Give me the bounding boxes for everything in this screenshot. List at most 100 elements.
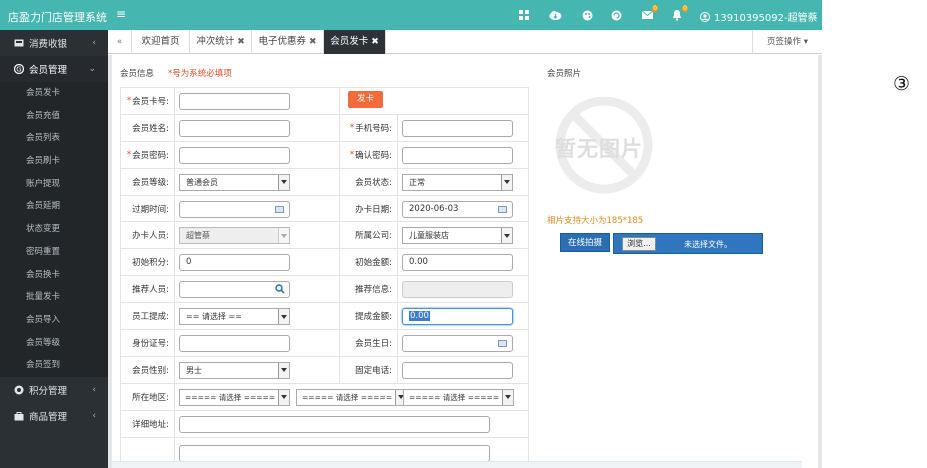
company-select[interactable]: 儿童服装店 [402, 227, 513, 245]
gender-select[interactable]: 男士 [179, 361, 290, 379]
sidebar-group-member[interactable]: G 会员管理 ⌄ [0, 56, 108, 82]
tab-operations-dropdown[interactable]: 页签操作 ▾ [752, 30, 822, 54]
sidebar-group-points[interactable]: 积分管理 ‹ [0, 377, 108, 403]
sidebar-group-label: 商品管理 [29, 411, 68, 423]
calendar-icon[interactable] [498, 340, 507, 348]
password-input[interactable] [179, 146, 290, 164]
initial-points-input[interactable]: 0 [179, 254, 290, 272]
field-cell: 发卡 [175, 88, 383, 114]
dropdown-arrow-icon [278, 174, 289, 190]
sidebar-group-cashier[interactable]: 消费收银 ‹ [0, 30, 108, 56]
palette-icon[interactable] [580, 8, 594, 22]
form-row: 员工提成: == 请选择 == 提成金额: 0.00 [121, 303, 529, 331]
birthday-input[interactable] [402, 335, 513, 353]
telephone-input[interactable] [402, 361, 513, 379]
page: { "app": {"title": "店盈力门店管理系统", "menu_to… [0, 0, 927, 468]
close-icon[interactable]: ✖ [237, 37, 245, 47]
sidebar-item-member-5[interactable]: 会员延期 [0, 195, 108, 218]
refresh-icon[interactable] [609, 8, 623, 22]
form-row: 详细地址: [121, 410, 529, 438]
field-label: 过期时间: [121, 195, 175, 222]
member-status-select[interactable]: 正常 [402, 173, 513, 191]
referrer-input[interactable] [179, 281, 290, 299]
card-number-input[interactable] [179, 93, 290, 110]
close-icon[interactable]: ✖ [309, 37, 317, 47]
sidebar-item-member-9[interactable]: 批量发卡 [0, 286, 108, 309]
mail-badge: 0 [652, 5, 658, 12]
commission-staff-select[interactable]: == 请选择 == [179, 308, 290, 326]
calendar-icon[interactable] [275, 205, 284, 213]
field-label: 会员生日: [340, 330, 398, 356]
online-capture-button[interactable]: 在线拍摄 [560, 233, 610, 252]
sidebar-item-member-3[interactable]: 会员刷卡 [0, 150, 108, 173]
sidebar-item-member-0[interactable]: 会员发卡 [0, 82, 108, 105]
user-menu[interactable]: 13910395092-超管蔡 [700, 9, 818, 24]
field-label: 会员性别: [121, 356, 175, 383]
tab-member-card-issue[interactable]: 会员发卡 ✖ [324, 30, 386, 54]
initial-amount-input[interactable]: 0.00 [402, 254, 513, 272]
remark-input[interactable] [179, 444, 490, 462]
dropdown-arrow-icon [502, 389, 513, 405]
address-input[interactable] [179, 415, 490, 433]
field-label: 推荐人员: [121, 276, 175, 303]
photo-section-title: 会员照片 [547, 69, 582, 79]
field-cell [398, 114, 529, 141]
tab-count-stats[interactable]: 冲次统计 ✖ [190, 30, 252, 54]
file-upload: 浏览... 未选择文件。 [613, 233, 763, 254]
cashier-icon [14, 38, 24, 48]
sidebar-item-member-10[interactable]: 会员导入 [0, 309, 108, 332]
tab-scroll-left-button[interactable]: « [108, 30, 132, 54]
search-icon[interactable] [275, 284, 285, 297]
confirm-password-input[interactable] [402, 146, 513, 164]
sidebar-item-member-2[interactable]: 会员列表 [0, 127, 108, 150]
sidebar-group-label: 会员管理 [29, 65, 68, 76]
form-row: 会员姓名: * 手机号码: [121, 114, 529, 142]
sidebar-member-submenu: 会员发卡 会员充值 会员列表 会员刷卡 账户提现 会员延期 状态变更 密码重置 会员换卡 批量发卡… [0, 82, 108, 377]
tab-welcome[interactable]: 欢迎首页 [132, 30, 190, 54]
close-icon[interactable]: ✖ [371, 37, 379, 47]
sidebar-item-member-7[interactable]: 密码重置 [0, 241, 108, 264]
city-select[interactable]: ===== 请选择 ===== [296, 388, 407, 406]
browse-button[interactable]: 浏览... [622, 237, 656, 251]
sidebar-item-member-8[interactable]: 会员换卡 [0, 264, 108, 287]
mail-icon[interactable]: 0 [640, 5, 658, 22]
sidebar-item-member-11[interactable]: 会员等级 [0, 332, 108, 355]
id-card-input[interactable] [179, 335, 290, 353]
commission-amount-input[interactable]: 0.00 [402, 308, 513, 326]
no-photo-text: 暂无图片 [555, 137, 643, 161]
field-cell [175, 437, 529, 464]
chevron-left-icon: ‹ [92, 38, 96, 48]
grid-icon[interactable] [517, 8, 531, 22]
member-name-input[interactable] [179, 119, 290, 137]
province-select[interactable]: ===== 请选择 ===== [179, 388, 290, 406]
expire-date-input[interactable] [179, 200, 290, 218]
field-label: * 会员卡号: [121, 88, 175, 114]
district-select[interactable]: ===== 请选择 ===== [403, 388, 514, 406]
goods-icon [14, 411, 24, 421]
field-cell [398, 356, 529, 383]
bell-icon[interactable]: 0 [670, 5, 688, 22]
field-cell: == 请选择 == [175, 303, 340, 330]
cloud-download-icon[interactable] [548, 8, 562, 22]
sidebar-item-member-4[interactable]: 账户提现 [0, 173, 108, 196]
tab-e-coupon[interactable]: 电子优惠券 ✖ [252, 30, 324, 54]
sidebar-group-goods[interactable]: 商品管理 ‹ [0, 403, 108, 429]
member-level-select[interactable]: 普通会员 [179, 173, 290, 191]
sidebar-item-member-6[interactable]: 状态变更 [0, 218, 108, 241]
sidebar-item-member-1[interactable]: 会员充值 [0, 105, 108, 128]
field-label: 所在地区: [121, 383, 175, 410]
calendar-icon[interactable] [498, 205, 507, 213]
field-cell [175, 330, 340, 356]
menu-toggle-icon[interactable]: ≡ [116, 7, 126, 21]
chevron-left-icon: ‹ [92, 384, 96, 395]
field-cell: 0.00 [398, 249, 529, 276]
top-bar: 店盈力门店管理系统 ≡ 0 0 13910395092-超管蔡 [0, 0, 822, 30]
app-title: 店盈力门店管理系统 [8, 11, 107, 24]
field-cell [175, 141, 340, 168]
form-row: 过期时间: 办卡日期: 2020-06-03 [121, 195, 529, 223]
issue-date-input[interactable]: 2020-06-03 [402, 200, 513, 218]
field-cell [398, 330, 529, 356]
field-cell: 正常 [398, 168, 529, 195]
sidebar-item-member-12[interactable]: 会员签到 [0, 354, 108, 377]
phone-input[interactable] [402, 119, 513, 137]
